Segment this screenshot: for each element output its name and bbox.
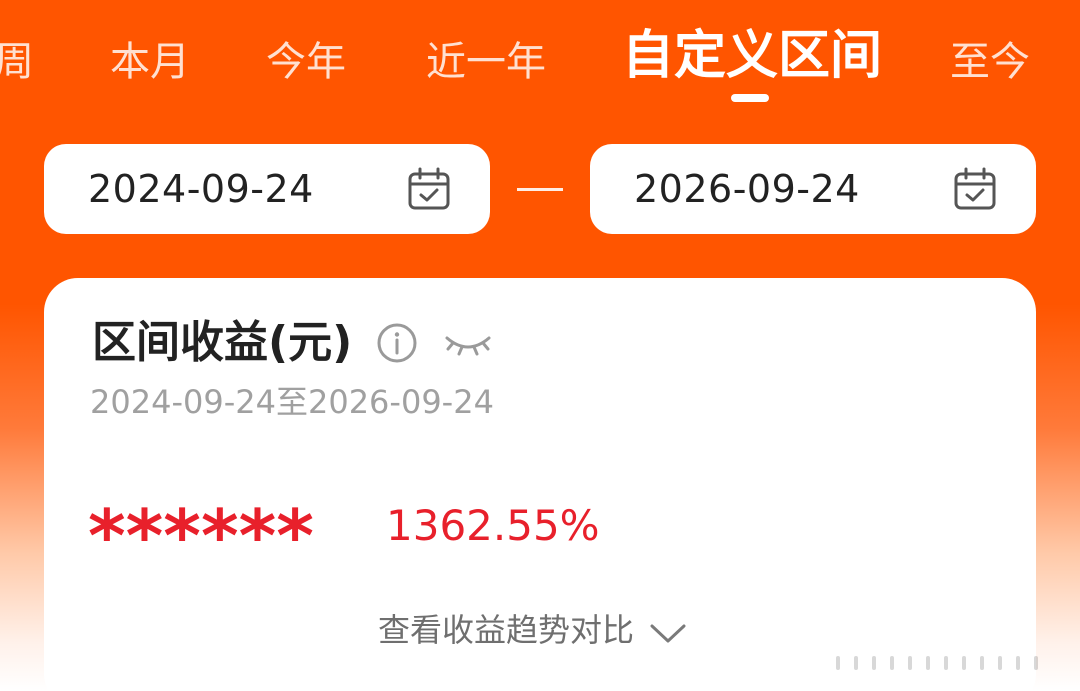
active-tab-indicator <box>731 94 769 102</box>
tab-week[interactable]: 周 <box>0 36 34 88</box>
info-icon[interactable] <box>376 322 418 364</box>
range-return-card: 区间收益(元) 2024-09-24至2026-09-24 ****** 136… <box>44 278 1036 691</box>
start-date-picker[interactable]: 2024-09-24 <box>44 144 490 234</box>
eye-closed-icon[interactable] <box>442 324 494 362</box>
end-date-picker[interactable]: 2026-09-24 <box>590 144 1036 234</box>
card-title: 区间收益(元) <box>92 317 353 368</box>
calendar-check-icon[interactable] <box>952 166 998 212</box>
tab-this-month[interactable]: 本月 <box>110 36 190 88</box>
chevron-down-icon <box>650 624 686 643</box>
date-range-separator <box>517 188 563 191</box>
tab-to-date[interactable]: 至今 <box>950 36 1030 88</box>
trend-link-label: 查看收益趋势对比 <box>378 611 635 649</box>
scroll-indicator <box>836 656 1056 670</box>
tab-this-year[interactable]: 今年 <box>266 36 346 88</box>
tab-custom-range[interactable]: 自定义区间 <box>622 26 882 86</box>
masked-return-amount: ****** <box>88 494 314 578</box>
period-tabs: 周 本月 今年 近一年 自定义区间 至今 <box>0 0 1080 110</box>
tab-last-year[interactable]: 近一年 <box>426 36 546 88</box>
start-date-value: 2024-09-24 <box>88 167 314 211</box>
view-trend-comparison-link[interactable]: 查看收益趋势对比 <box>378 608 688 652</box>
return-rate-value: 1362.55% <box>386 501 600 550</box>
card-date-range: 2024-09-24至2026-09-24 <box>90 383 494 421</box>
calendar-check-icon[interactable] <box>406 166 452 212</box>
end-date-value: 2026-09-24 <box>634 167 860 211</box>
